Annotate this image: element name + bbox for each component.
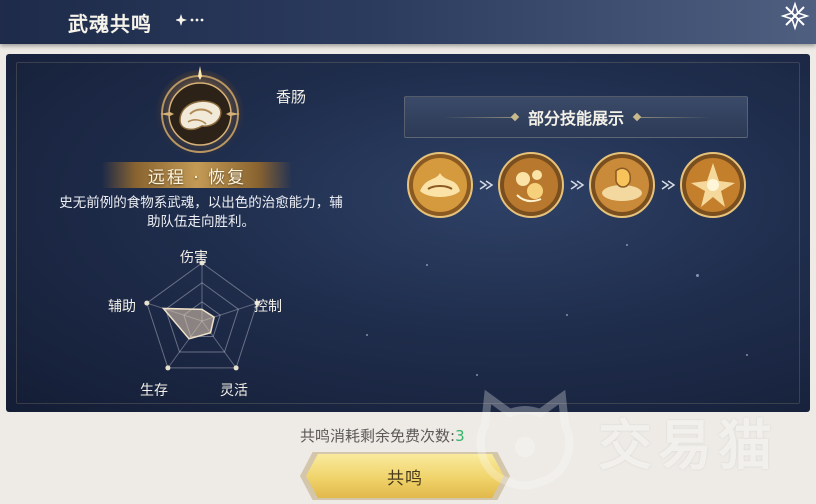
skill-icon-1[interactable] (406, 151, 474, 219)
header-bar: 武魂共鸣 (0, 0, 816, 44)
radar-axis-dot (165, 365, 171, 371)
arrow-icon (570, 180, 585, 190)
remaining-count: 3 (455, 427, 465, 445)
star-decoration (696, 274, 699, 277)
star-decoration (566, 314, 568, 316)
skill-icon-2[interactable] (497, 151, 565, 219)
stat-label-damage: 伤害 (180, 250, 208, 266)
stats-radar-chart (144, 260, 260, 371)
close-icon[interactable] (776, 0, 814, 32)
page-title: 武魂共鸣 (68, 12, 152, 36)
skill-icon-3[interactable] (588, 151, 656, 219)
watermark-text: 交易猫 (598, 413, 778, 477)
skills-title: 部分技能展示 (527, 109, 624, 128)
radar-value-area (161, 307, 215, 340)
arrow-icon (661, 180, 676, 190)
soul-name: 香肠 (276, 88, 307, 106)
diamond-icon (510, 112, 520, 122)
remaining-label: 共鸣消耗剩余免费次数: (300, 427, 456, 445)
diamond-icon (632, 112, 642, 122)
resonance-panel: 香肠 远程 · 恢复 史无前例的食物系武魂，以出色的治愈能力，辅助队伍走向胜利。… (6, 54, 810, 412)
soul-tags-banner: 远程 · 恢复 (102, 162, 292, 188)
sausage-emblem-icon (156, 66, 244, 158)
star-decoration (366, 334, 368, 336)
stat-label-survival: 生存 (140, 383, 168, 399)
resonate-button[interactable]: 共鸣 (306, 454, 504, 498)
title-decoration-icon (176, 14, 204, 26)
star-decoration (626, 244, 628, 246)
stat-label-support: 辅助 (108, 299, 136, 315)
radar-axis-dot (233, 365, 239, 371)
header-line-right (640, 116, 710, 118)
free-resonance-remaining: 共鸣消耗剩余免费次数:3 (300, 425, 465, 446)
arrow-icon (479, 180, 494, 190)
stat-label-control: 控制 (254, 299, 282, 315)
star-decoration (476, 374, 478, 376)
star-decoration (426, 264, 428, 266)
star-decoration (746, 354, 748, 356)
header-line-left (441, 116, 512, 118)
resonate-button-label: 共鸣 (387, 468, 423, 489)
soul-tags: 远程 · 恢复 (147, 167, 247, 188)
skills-section-header: 部分技能展示 (404, 96, 748, 138)
radar-axis-dot (144, 300, 150, 306)
stat-label-agility: 灵活 (220, 383, 248, 399)
skill-icon-4[interactable] (679, 151, 747, 219)
soul-description: 史无前例的食物系武魂，以出色的治愈能力，辅助队伍走向胜利。 (59, 195, 343, 230)
